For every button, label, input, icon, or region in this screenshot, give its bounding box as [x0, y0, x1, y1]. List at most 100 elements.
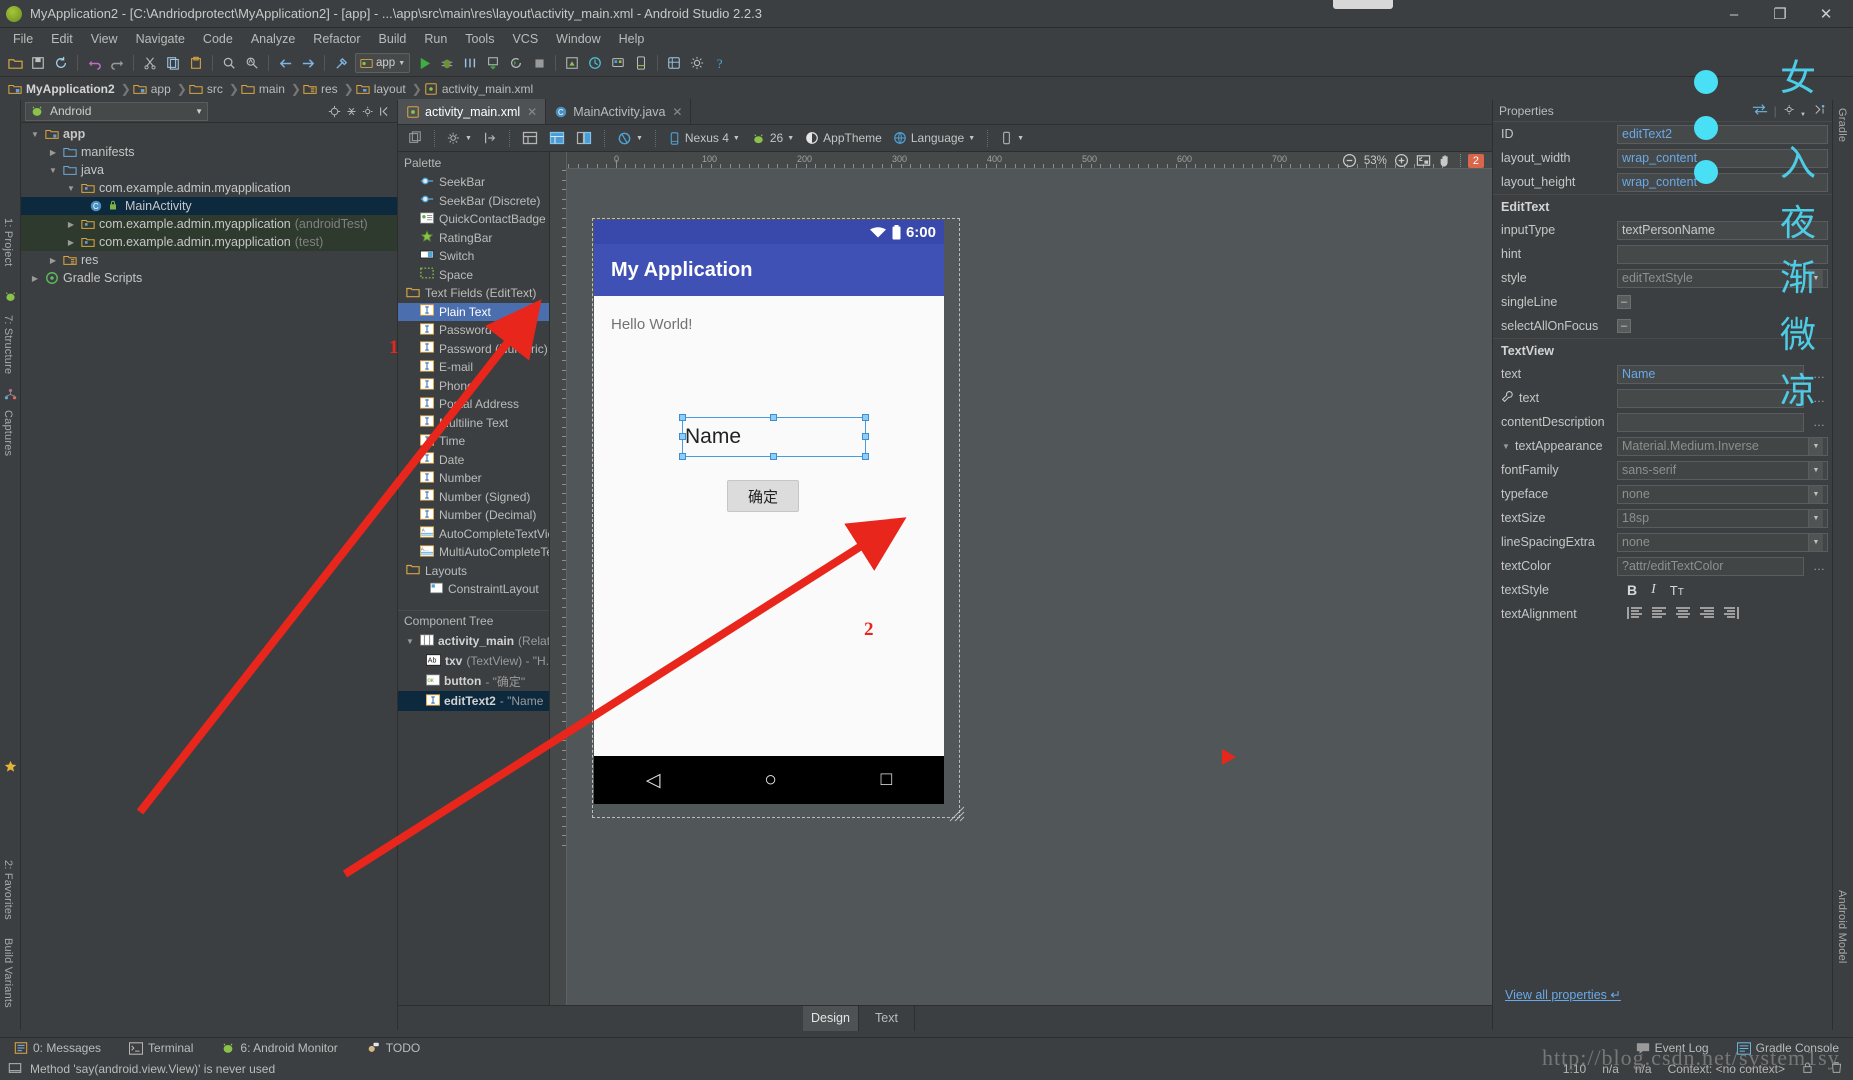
menu-analyze[interactable]: Analyze	[242, 30, 304, 48]
device-monitor-icon[interactable]	[630, 52, 652, 74]
expand-arrow-icon[interactable]: ▶	[47, 148, 59, 157]
property-row-text-design[interactable]: text …	[1493, 386, 1832, 410]
palette-item-password-numeric[interactable]: Password (Numeric)	[398, 340, 549, 359]
hide-panel-icon[interactable]	[378, 104, 393, 119]
component-tree-row-button[interactable]: oĸ button - "确定"	[398, 671, 549, 691]
back-icon[interactable]	[274, 52, 296, 74]
resize-handle-nw[interactable]	[679, 414, 686, 421]
property-value-style[interactable]: editTextStyle ▼	[1617, 268, 1828, 288]
menu-run[interactable]: Run	[415, 30, 456, 48]
cut-icon[interactable]	[139, 52, 161, 74]
breadcrumb-item-project[interactable]: MyApplication2	[6, 82, 121, 96]
property-value-textappearance[interactable]: Material.Medium.Inverse ▼	[1617, 436, 1828, 456]
palette-item-number-decimal[interactable]: Number (Decimal)	[398, 506, 549, 525]
property-value-text[interactable]: Name	[1617, 364, 1804, 384]
property-value-id[interactable]: editText2	[1617, 124, 1828, 144]
palette-item-ratingbar[interactable]: RatingBar	[398, 229, 549, 248]
both-mode-icon[interactable]	[572, 128, 596, 149]
property-row-text[interactable]: text Name …	[1493, 362, 1832, 386]
rotate-device-icon[interactable]: ▼	[613, 128, 647, 149]
breadcrumb-item-src[interactable]: src	[187, 82, 229, 96]
palette-item-number[interactable]: Number	[398, 469, 549, 488]
tool-window-messages[interactable]: 0: Messages	[0, 1041, 115, 1055]
resize-handle-s[interactable]	[770, 453, 777, 460]
property-value-textcolor[interactable]: ?attr/editTextColor	[1617, 556, 1804, 576]
palette-item-switch[interactable]: Switch	[398, 247, 549, 266]
property-value-hint[interactable]	[1617, 244, 1828, 264]
align-right-icon[interactable]	[1699, 606, 1715, 623]
close-button[interactable]: ✕	[1803, 0, 1849, 28]
property-row-fontfamily[interactable]: fontFamily sans-serif ▼	[1493, 458, 1832, 482]
rail-item-build-variants[interactable]: Build Variants	[2, 938, 14, 1008]
palette-item-postal-address[interactable]: Postal Address	[398, 395, 549, 414]
property-value-text-design[interactable]	[1617, 388, 1804, 408]
replace-icon[interactable]	[241, 52, 263, 74]
rail-item-gradle[interactable]: Gradle	[1836, 108, 1848, 142]
resize-handle-w[interactable]	[679, 433, 686, 440]
menu-refactor[interactable]: Refactor	[304, 30, 369, 48]
settings-gear-icon[interactable]	[686, 52, 708, 74]
palette-item-date[interactable]: Date	[398, 451, 549, 470]
tree-node-res[interactable]: ▶ res	[21, 251, 397, 269]
zoom-in-icon[interactable]	[1394, 153, 1409, 168]
layout-variants-icon[interactable]	[404, 128, 426, 149]
blueprint-mode-icon[interactable]	[545, 128, 569, 149]
save-all-icon[interactable]	[27, 52, 49, 74]
tool-window-android-monitor[interactable]: 6: Android Monitor	[207, 1041, 351, 1055]
property-value-typeface[interactable]: none ▼	[1617, 484, 1828, 504]
expand-arrow-icon[interactable]: ▶	[29, 274, 41, 283]
maximize-button[interactable]: ❐	[1757, 0, 1803, 28]
tree-node-manifests[interactable]: ▶ manifests	[21, 143, 397, 161]
expand-arrow-icon[interactable]: ▶	[65, 220, 77, 229]
menu-help[interactable]: Help	[610, 30, 654, 48]
menu-navigate[interactable]: Navigate	[127, 30, 194, 48]
zoom-out-icon[interactable]	[1342, 153, 1357, 168]
text-design-picker-ellipsis-button[interactable]: …	[1810, 391, 1828, 405]
help-icon[interactable]: ?	[709, 52, 731, 74]
run-icon[interactable]	[413, 52, 435, 74]
nav-back-icon[interactable]: ◁	[646, 769, 661, 792]
component-tree-row-edittext2[interactable]: editText2 - "Name	[398, 691, 549, 711]
file-encoding[interactable]: n/a	[1635, 1062, 1652, 1076]
expand-arrow-icon[interactable]: ▼	[404, 637, 416, 646]
resize-handle-se[interactable]	[862, 453, 869, 460]
menu-file[interactable]: File	[4, 30, 42, 48]
palette-list[interactable]: SeekBar SeekBar (Discrete) QuickContactB…	[398, 173, 549, 610]
palette-group-layouts[interactable]: Layouts	[398, 562, 549, 581]
attach-debugger-icon[interactable]	[482, 52, 504, 74]
menu-code[interactable]: Code	[194, 30, 242, 48]
resize-handle-sw[interactable]	[679, 453, 686, 460]
breadcrumb-item-app[interactable]: app	[131, 82, 177, 96]
view-all-properties-link[interactable]: View all properties ↵	[1505, 987, 1621, 1002]
palette-item-phone[interactable]: Phone	[398, 377, 549, 396]
menu-tools[interactable]: Tools	[456, 30, 503, 48]
tree-node-package-test[interactable]: ▶ com.example.admin.myapplication (test)	[21, 233, 397, 251]
collapse-all-icon[interactable]	[344, 104, 359, 119]
lock-icon[interactable]	[1801, 1061, 1814, 1077]
text-picker-ellipsis-button[interactable]: …	[1810, 367, 1828, 381]
settings-gear-icon[interactable]: ▼	[1783, 103, 1806, 119]
property-value-textsize[interactable]: 18sp ▼	[1617, 508, 1828, 528]
config-gear-icon[interactable]: ▼	[443, 128, 476, 149]
property-value-contentdescription[interactable]	[1617, 412, 1804, 432]
tab-mainactivity-java[interactable]: C MainActivity.java ✕	[546, 99, 692, 124]
expand-arrow-icon[interactable]: ▶	[65, 238, 77, 247]
device-class-selector[interactable]: ▼	[996, 128, 1028, 149]
property-value-linespacingextra[interactable]: none ▼	[1617, 532, 1828, 552]
nav-home-icon[interactable]: ○	[764, 768, 777, 792]
component-tree-row-activity-main[interactable]: ▼ activity_main (RelativeLayout)	[398, 631, 549, 651]
property-row-textstyle[interactable]: textStyle B I TT	[1493, 578, 1832, 602]
property-row-singleline[interactable]: singleLine –	[1493, 290, 1832, 314]
property-value-layout-width[interactable]: wrap_content	[1617, 148, 1828, 168]
api-level-selector[interactable]: 26 ▼	[747, 128, 798, 149]
chevron-down-icon[interactable]: ▼	[1808, 485, 1823, 503]
align-start-icon[interactable]	[1627, 606, 1643, 623]
tool-window-gradle-console[interactable]: Gradle Console	[1723, 1041, 1853, 1055]
property-row-inputtype[interactable]: inputType textPersonName	[1493, 218, 1832, 242]
resize-handle-n[interactable]	[770, 414, 777, 421]
toggle-expert-icon[interactable]	[1752, 103, 1768, 119]
run-configuration-selector[interactable]: app ▼	[355, 53, 411, 73]
warnings-badge[interactable]: 2	[1467, 153, 1484, 168]
tree-node-java[interactable]: ▼ java	[21, 161, 397, 179]
palette-group-text-fields[interactable]: Text Fields (EditText)	[398, 284, 549, 303]
